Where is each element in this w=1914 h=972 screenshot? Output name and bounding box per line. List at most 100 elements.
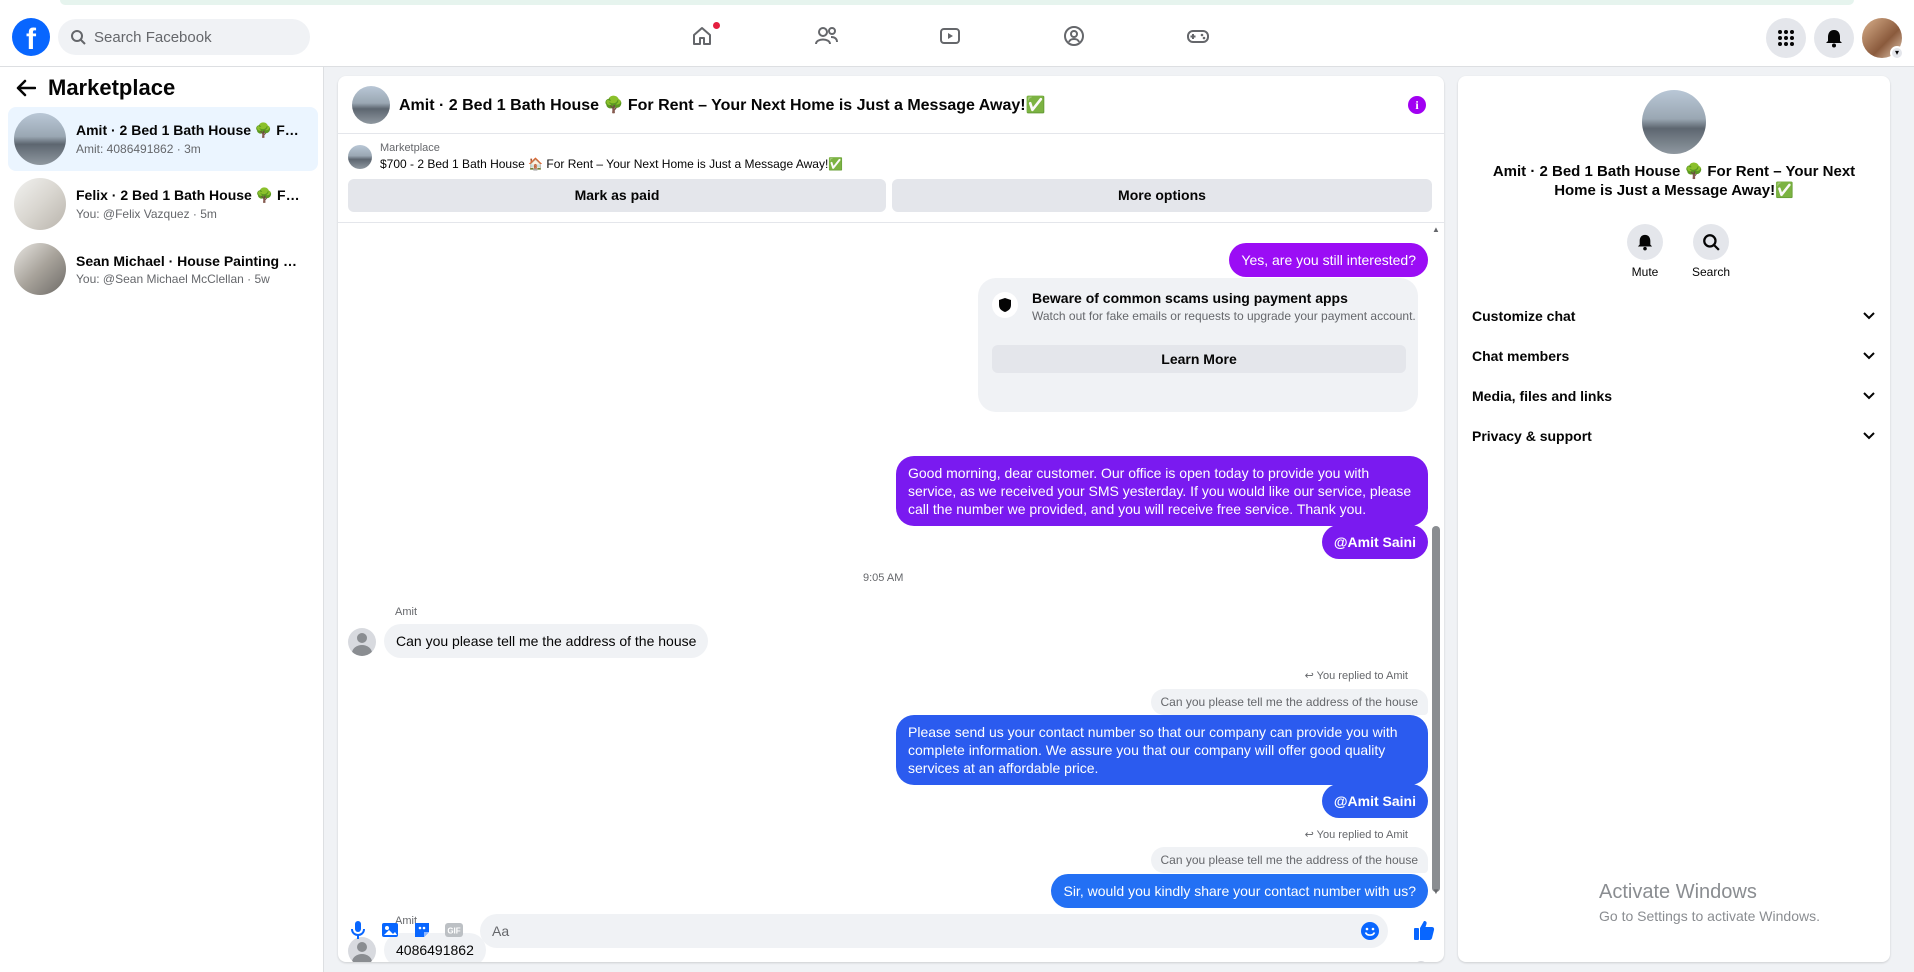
section-label: Customize chat bbox=[1472, 308, 1576, 324]
shield-icon bbox=[992, 292, 1018, 318]
mention-bubble[interactable]: @Amit Saini bbox=[1321, 784, 1428, 818]
scroll-thumb[interactable] bbox=[1432, 526, 1440, 892]
facebook-logo[interactable]: f bbox=[12, 18, 50, 56]
learn-more-button[interactable]: Learn More bbox=[992, 345, 1406, 373]
chat-title[interactable]: Amit · 2 Bed 1 Bath House 🌳 For Rent – Y… bbox=[399, 95, 1046, 115]
outgoing-message[interactable]: Yes, are you still interested? bbox=[1229, 243, 1428, 277]
watermark-subtitle: Go to Settings to activate Windows. bbox=[1599, 908, 1820, 924]
conversation-item[interactable]: Sean Michael · House Painting SeRvices Y… bbox=[8, 237, 318, 301]
chevron-down-icon bbox=[1863, 392, 1875, 400]
outgoing-message[interactable]: Please send us your contact number so th… bbox=[896, 715, 1428, 785]
message-thread: Yes, are you still interested? Beware of… bbox=[338, 223, 1428, 962]
mute-button[interactable] bbox=[1627, 224, 1663, 260]
scroll-up-arrow[interactable]: ▲ bbox=[1432, 226, 1440, 234]
chat-info-panel: Amit · 2 Bed 1 Bath House 🌳 For Rent – Y… bbox=[1458, 76, 1890, 962]
back-arrow-icon[interactable] bbox=[16, 79, 36, 97]
info-panel-title: Amit · 2 Bed 1 Bath House 🌳 For Rent – Y… bbox=[1492, 163, 1856, 199]
notification-dot bbox=[713, 22, 720, 29]
outgoing-message[interactable]: Good morning, dear customer. Our office … bbox=[896, 456, 1428, 526]
scam-warning-text: Watch out for fake emails or requests to… bbox=[1032, 309, 1416, 323]
search-label: Search bbox=[1691, 265, 1731, 279]
conversation-item[interactable]: Amit · 2 Bed 1 Bath House 🌳 For Rent – Y… bbox=[8, 107, 318, 171]
section-media-files-links[interactable]: Media, files and links bbox=[1466, 376, 1882, 416]
sticker-icon bbox=[415, 923, 429, 937]
search-icon bbox=[71, 30, 86, 45]
chat-scrollbar[interactable]: ▲ ▼ bbox=[1432, 226, 1440, 896]
timestamp: 9:05 AM bbox=[863, 572, 904, 584]
menu-button[interactable] bbox=[1766, 18, 1806, 58]
notifications-button[interactable] bbox=[1814, 18, 1854, 58]
chevron-down-icon bbox=[1863, 312, 1875, 320]
mute-action[interactable]: Mute bbox=[1624, 224, 1666, 279]
section-privacy-support[interactable]: Privacy & support bbox=[1466, 416, 1882, 456]
photo-button[interactable] bbox=[374, 914, 406, 946]
section-customize-chat[interactable]: Customize chat bbox=[1466, 296, 1882, 336]
scam-warning-title: Beware of common scams using payment app… bbox=[1032, 290, 1348, 306]
friends-icon bbox=[815, 27, 838, 45]
listing-label: Marketplace bbox=[380, 142, 440, 154]
message-composer: GIF bbox=[338, 898, 1444, 962]
chat-panel: Amit · 2 Bed 1 Bath House 🌳 For Rent – Y… bbox=[338, 76, 1444, 962]
more-options-button[interactable]: More options bbox=[892, 179, 1432, 212]
top-navbar: f ▾ bbox=[0, 5, 1914, 67]
grid-menu-icon bbox=[1778, 30, 1794, 46]
conversation-preview: You: @Sean Michael McClellan · 5w bbox=[76, 271, 270, 286]
reply-indicator: ↩ You replied to Amit bbox=[1305, 828, 1408, 841]
listing-photo[interactable] bbox=[1642, 90, 1706, 154]
incoming-message[interactable]: Can you please tell me the address of th… bbox=[384, 624, 709, 658]
sticker-button[interactable] bbox=[406, 914, 438, 946]
gif-icon: GIF bbox=[445, 923, 463, 937]
section-chat-members[interactable]: Chat members bbox=[1466, 336, 1882, 376]
conversation-text: Sean Michael · House Painting SeRvices Y… bbox=[76, 253, 306, 286]
chevron-down-icon bbox=[1863, 352, 1875, 360]
marketplace-sidebar: Marketplace Amit · 2 Bed 1 Bath House 🌳 … bbox=[0, 67, 324, 972]
like-button[interactable] bbox=[1408, 914, 1440, 946]
conversation-text: Amit · 2 Bed 1 Bath House 🌳 For Rent – Y… bbox=[76, 122, 306, 156]
mention-bubble[interactable]: @Amit Saini bbox=[1321, 525, 1428, 559]
section-label: Media, files and links bbox=[1472, 388, 1613, 404]
search-input[interactable] bbox=[94, 28, 294, 46]
activate-windows-watermark: Activate Windows Go to Settings to activ… bbox=[1599, 881, 1820, 924]
search-icon bbox=[1703, 234, 1720, 251]
conversation-item[interactable]: Felix · 2 Bed 1 Bath House 🌳 For Rent Yo… bbox=[8, 172, 318, 236]
search-box[interactable] bbox=[58, 19, 310, 55]
chevron-down-icon bbox=[1863, 432, 1875, 440]
message-input-wrapper[interactable] bbox=[480, 914, 1388, 948]
chat-thumbnail[interactable] bbox=[352, 85, 390, 124]
conversation-name: Sean Michael · House Painting SeRvices bbox=[76, 252, 306, 269]
nav-gaming[interactable] bbox=[1136, 5, 1260, 67]
profile-avatar[interactable]: ▾ bbox=[1862, 18, 1904, 60]
nav-friends[interactable] bbox=[764, 5, 888, 67]
nav-groups[interactable] bbox=[1012, 5, 1136, 67]
message-input[interactable] bbox=[492, 923, 1342, 939]
emoji-icon[interactable] bbox=[1360, 921, 1380, 941]
microphone-button[interactable] bbox=[342, 914, 374, 946]
quoted-message[interactable]: Can you please tell me the address of th… bbox=[1150, 847, 1428, 873]
info-icon[interactable]: i bbox=[1408, 96, 1426, 114]
svg-text:GIF: GIF bbox=[447, 927, 460, 936]
sender-avatar[interactable] bbox=[348, 628, 376, 656]
listing-row[interactable]: Marketplace $700 - 2 Bed 1 Bath House 🏠 … bbox=[348, 142, 843, 171]
search-action[interactable]: Search bbox=[1690, 224, 1732, 279]
conversation-text: Felix · 2 Bed 1 Bath House 🌳 For Rent Yo… bbox=[76, 187, 306, 221]
scroll-down-arrow[interactable]: ▼ bbox=[1432, 888, 1440, 896]
gamepad-icon bbox=[1187, 30, 1209, 43]
quoted-message[interactable]: Can you please tell me the address of th… bbox=[1150, 689, 1428, 715]
page-scrollbar[interactable] bbox=[1900, 67, 1914, 972]
gif-button[interactable]: GIF bbox=[438, 914, 470, 946]
mark-as-paid-button[interactable]: Mark as paid bbox=[348, 179, 886, 212]
reply-indicator: ↩ You replied to Amit bbox=[1305, 669, 1408, 682]
reply-icon: ↩ bbox=[1304, 829, 1317, 841]
groups-icon bbox=[1064, 26, 1084, 46]
header-actions: ▾ bbox=[1766, 18, 1904, 60]
conversation-list: Amit · 2 Bed 1 Bath House 🌳 For Rent – Y… bbox=[8, 107, 318, 302]
sender-name: Amit bbox=[395, 606, 417, 618]
nav-watch[interactable] bbox=[888, 5, 1012, 67]
section-label: Privacy & support bbox=[1472, 428, 1592, 444]
conversation-name: Felix · 2 Bed 1 Bath House 🌳 For Rent bbox=[76, 187, 306, 203]
watermark-title: Activate Windows bbox=[1599, 881, 1757, 903]
search-button[interactable] bbox=[1693, 224, 1729, 260]
reply-label: You replied to Amit bbox=[1316, 829, 1408, 841]
conversation-name: Amit · 2 Bed 1 Bath House 🌳 For Rent – Y… bbox=[76, 122, 306, 138]
nav-home[interactable] bbox=[640, 5, 764, 67]
